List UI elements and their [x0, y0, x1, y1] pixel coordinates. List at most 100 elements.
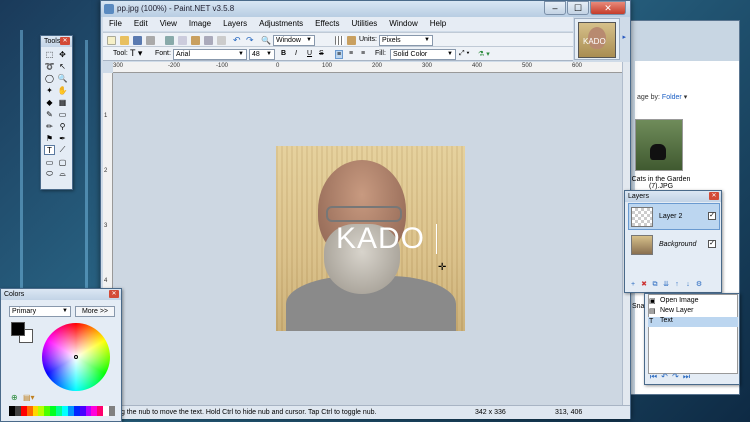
pan-tool-icon[interactable]: ✋ [57, 85, 68, 95]
menu-utilities[interactable]: Utilities [345, 17, 383, 31]
menu-view[interactable]: View [154, 17, 183, 31]
font-combo[interactable]: Arial ▼ [173, 49, 247, 60]
line-curve-tool-icon[interactable]: ⟋ [57, 145, 68, 155]
paint-bucket-tool-icon[interactable]: ◆ [44, 97, 55, 107]
align-center-button[interactable]: ≡ [349, 50, 353, 57]
layer-row[interactable]: Layer 2 ✓ [628, 203, 720, 230]
move-selected-tool-icon[interactable]: ✥ [57, 49, 68, 59]
menu-file[interactable]: File [103, 17, 128, 31]
new-icon[interactable] [107, 36, 116, 45]
font-size-combo[interactable]: 48 ▼ [249, 49, 275, 60]
layers-palette-title[interactable]: Layers [625, 191, 721, 202]
rectangle-tool-icon[interactable]: ▭ [44, 157, 55, 167]
color-mode-combo[interactable]: Primary ▼ [9, 306, 71, 317]
layer-visibility-checkbox[interactable]: ✓ [708, 240, 716, 248]
add-layer-icon[interactable]: + [628, 280, 638, 289]
align-left-button[interactable]: ≡ [335, 50, 344, 59]
bold-button[interactable]: B [281, 50, 286, 57]
chevron-right-icon[interactable]: ▸ [622, 33, 626, 41]
units-combo[interactable]: Pixels ▼ [379, 35, 433, 46]
text-tool-icon[interactable]: T ▾ [130, 48, 142, 59]
open-icon[interactable] [120, 36, 129, 45]
pencil-tool-icon[interactable]: ✏ [44, 121, 55, 131]
eraser-tool-icon[interactable]: ▭ [57, 109, 68, 119]
color-picker-tool-icon[interactable]: ⚲ [57, 121, 68, 131]
layer-row[interactable]: Background ✓ [628, 231, 720, 258]
close-button[interactable]: ✕ [590, 1, 626, 15]
palette-menu-icon[interactable]: ▤▾ [23, 393, 35, 402]
more-colors-button[interactable]: More >> [75, 306, 115, 317]
text-tool-icon[interactable]: T [44, 145, 55, 155]
menu-adjustments[interactable]: Adjustments [253, 17, 309, 31]
history-item[interactable]: ▤ New Layer [648, 307, 738, 317]
history-item[interactable]: ▣ Open Image [648, 297, 738, 307]
arrange-by-value[interactable]: Folder [662, 94, 682, 101]
ellipse-select-tool-icon[interactable]: ◯ [44, 73, 55, 83]
move-down-icon[interactable]: ↓ [683, 280, 693, 289]
image-thumbnail-panel[interactable]: KADO ▸ [574, 18, 626, 60]
undo-icon[interactable]: ↶ [233, 36, 242, 45]
close-icon[interactable]: ✕ [60, 37, 70, 45]
freeform-shape-tool-icon[interactable]: ⌓ [57, 169, 68, 179]
layer-properties-icon[interactable]: ⚙ [694, 280, 704, 289]
maximize-button[interactable]: ☐ [567, 1, 589, 15]
blend-mode-icon[interactable]: ⚗ ▾ [478, 50, 490, 58]
antialias-icon[interactable]: ⤢ ▾ [459, 50, 470, 58]
rulers-icon[interactable] [347, 36, 356, 45]
menu-effects[interactable]: Effects [309, 17, 345, 31]
minimize-button[interactable]: – [544, 1, 566, 15]
lasso-tool-icon[interactable]: ➰ [44, 61, 55, 71]
move-nub-icon[interactable]: ✛ [438, 262, 446, 273]
zoom-tool-icon[interactable]: 🔍 [57, 73, 68, 83]
ellipse-tool-icon[interactable]: ⬭ [44, 169, 55, 179]
duplicate-layer-icon[interactable]: ⧉ [650, 280, 660, 289]
colors-palette-title[interactable]: Colors [1, 289, 121, 300]
merge-down-icon[interactable]: ⇊ [661, 280, 671, 289]
menu-layers[interactable]: Layers [217, 17, 253, 31]
deselect-icon[interactable] [217, 36, 226, 45]
strikeout-button[interactable]: S [319, 50, 324, 57]
image-thumbnail[interactable]: KADO [578, 22, 616, 58]
align-right-button[interactable]: ≡ [361, 50, 365, 57]
canvas-workspace[interactable]: KADO ✛ [113, 73, 622, 405]
history-item[interactable]: T Text [648, 317, 738, 327]
magic-wand-tool-icon[interactable]: ✦ [44, 85, 55, 95]
zoom-icon[interactable]: 🔍 [261, 36, 271, 45]
save-icon[interactable] [133, 36, 142, 45]
paste-icon[interactable] [191, 36, 200, 45]
file-caption[interactable]: Cats in the Garden (7).JPG [629, 176, 693, 190]
palette-swatch[interactable] [109, 406, 116, 416]
image-canvas[interactable]: KADO ✛ [276, 146, 465, 331]
menu-edit[interactable]: Edit [128, 17, 154, 31]
copy-icon[interactable] [178, 36, 187, 45]
undo-icon[interactable]: ↶ [659, 372, 670, 381]
zoom-combo[interactable]: Window ▼ [273, 35, 315, 46]
gradient-tool-icon[interactable]: ▦ [57, 97, 68, 107]
recolor-tool-icon[interactable]: ✒ [57, 133, 68, 143]
canvas-text[interactable]: KADO [336, 222, 425, 256]
print-icon[interactable] [146, 36, 155, 45]
redo-icon[interactable]: ↷ [246, 36, 255, 45]
fast-forward-icon[interactable]: ⏭ [681, 372, 692, 381]
menu-image[interactable]: Image [183, 17, 217, 31]
rounded-rectangle-tool-icon[interactable]: ▢ [57, 157, 68, 167]
arrange-by[interactable]: age by: Folder ▾ [637, 93, 687, 101]
clone-stamp-tool-icon[interactable]: ⚑ [44, 133, 55, 143]
title-bar[interactable]: pp.jpg (100%) - Paint.NET v3.5.8 – ☐ ✕ [101, 1, 630, 17]
cut-icon[interactable] [165, 36, 174, 45]
rect-select-tool-icon[interactable]: ⬚ [44, 49, 55, 59]
layer-visibility-checkbox[interactable]: ✓ [708, 212, 716, 220]
rewind-icon[interactable]: ⏮ [648, 372, 659, 381]
close-icon[interactable]: ✕ [709, 192, 719, 200]
paintbrush-tool-icon[interactable]: ✎ [44, 109, 55, 119]
crop-icon[interactable] [204, 36, 213, 45]
italic-button[interactable]: I [295, 50, 297, 57]
color-wheel-marker[interactable] [74, 355, 78, 359]
move-selection-tool-icon[interactable]: ↖ [57, 61, 68, 71]
add-color-icon[interactable]: ⊕ [11, 393, 18, 402]
move-up-icon[interactable]: ↑ [672, 280, 682, 289]
color-wheel[interactable] [42, 323, 110, 391]
menu-help[interactable]: Help [424, 17, 452, 31]
fill-combo[interactable]: Solid Color ▼ [390, 49, 456, 60]
close-icon[interactable]: ✕ [109, 290, 119, 298]
